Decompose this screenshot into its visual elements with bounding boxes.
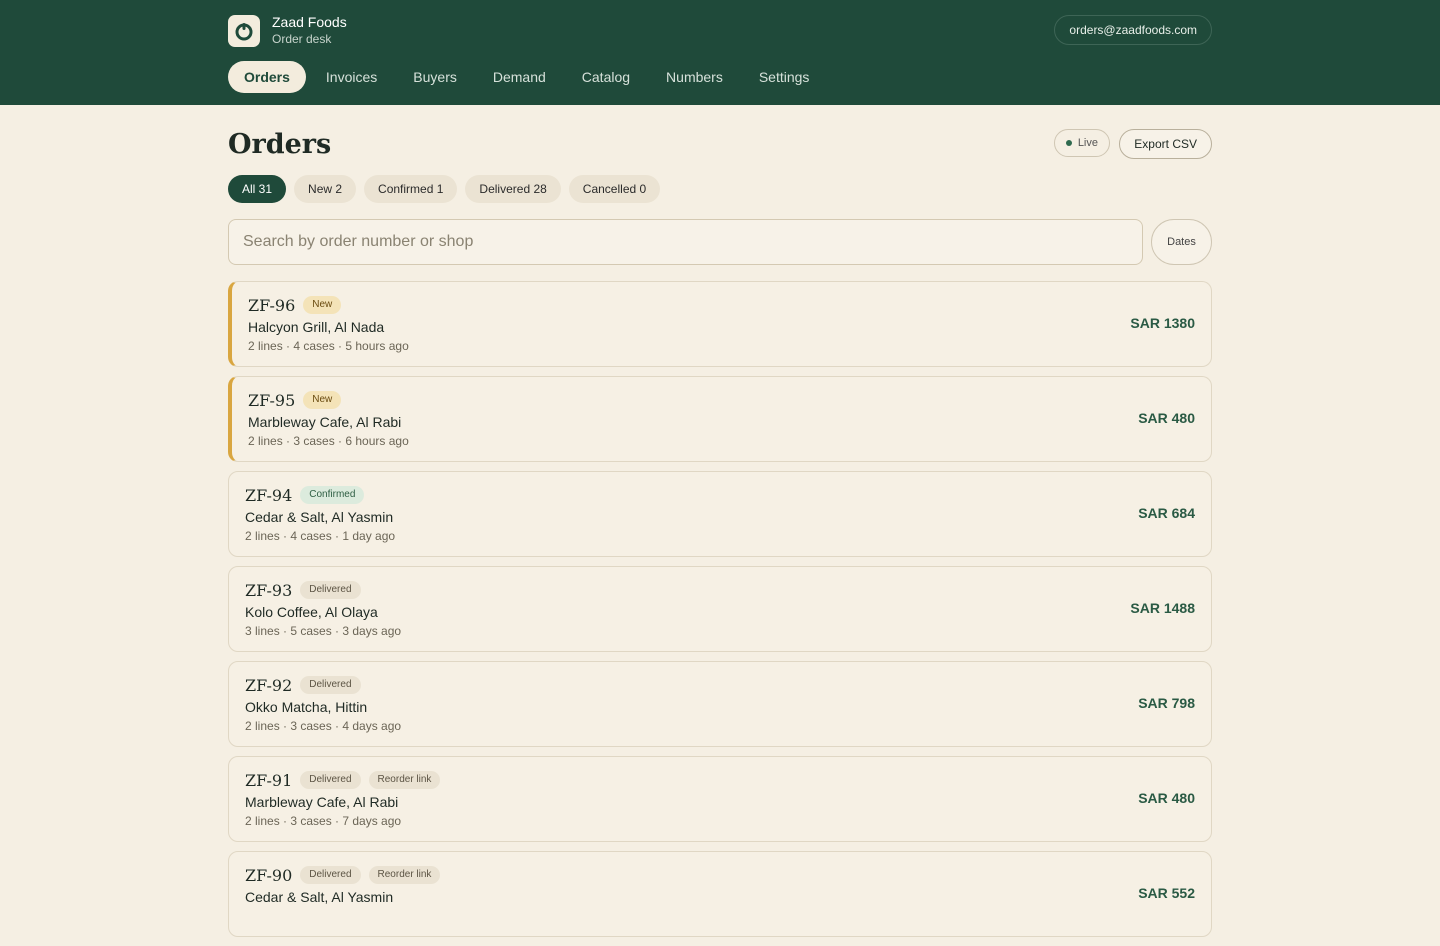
status-badge: New <box>303 391 342 409</box>
order-meta: 2 lines · 3 cases · 7 days ago <box>245 814 402 828</box>
order-amount: SAR 1380 <box>1130 315 1195 331</box>
shop-name: Kolo Coffee, Al Olaya <box>245 604 378 620</box>
live-dot-icon <box>1065 140 1072 146</box>
order-meta: 2 lines · 4 cases · 1 day ago <box>245 529 396 543</box>
status-badge: Delivered <box>300 676 361 694</box>
order-card[interactable]: ZF-95 New Marbleway Cafe, Al Rabi 2 line… <box>228 376 1212 462</box>
order-amount: SAR 552 <box>1138 885 1195 901</box>
status-badge: Confirmed <box>300 486 365 504</box>
order-card[interactable]: ZF-90 Delivered Reorder link Cedar & Sal… <box>228 851 1212 937</box>
order-card[interactable]: ZF-91 Delivered Reorder link Marbleway C… <box>228 756 1212 842</box>
orders-list: ZF-96 New Halcyon Grill, Al Nada 2 lines… <box>228 281 1212 946</box>
order-card[interactable]: ZF-94 Confirmed Cedar & Salt, Al Yasmin … <box>228 471 1212 557</box>
seed-ring-icon <box>228 14 260 47</box>
order-amount: SAR 798 <box>1138 695 1195 711</box>
order-card[interactable]: ZF-92 Delivered Okko Matcha, Hittin 2 li… <box>228 661 1212 747</box>
order-meta: 2 lines · 3 cases · 6 hours ago <box>248 434 409 448</box>
order-amount: SAR 480 <box>1138 410 1195 426</box>
tab-orders[interactable]: Orders <box>228 61 306 93</box>
live-indicator: Live <box>1053 129 1110 157</box>
order-card[interactable]: ZF-93 Delivered Kolo Coffee, Al Olaya 3 … <box>228 566 1212 652</box>
order-number: ZF-95 <box>248 390 296 410</box>
tab-settings[interactable]: Settings <box>743 61 826 93</box>
tab-buyers[interactable]: Buyers <box>397 61 473 93</box>
order-number: ZF-91 <box>245 770 293 790</box>
order-meta: 2 lines · 4 cases · 5 hours ago <box>248 339 409 353</box>
shop-name: Marbleway Cafe, Al Rabi <box>245 794 399 810</box>
dates-button[interactable]: Dates <box>1151 219 1212 265</box>
tab-catalog[interactable]: Catalog <box>566 61 646 93</box>
order-number: ZF-96 <box>248 295 296 315</box>
status-badge: Delivered <box>300 581 361 599</box>
export-csv-button[interactable]: Export CSV <box>1119 129 1212 159</box>
shop-name: Halcyon Grill, Al Nada <box>248 319 385 335</box>
reorder-link-badge[interactable]: Reorder link <box>368 866 441 884</box>
top-bar: Zaad Foods Order desk orders@zaadfoods.c… <box>0 0 1440 105</box>
shop-name: Marbleway Cafe, Al Rabi <box>248 414 402 430</box>
order-amount: SAR 480 <box>1138 790 1195 806</box>
main-nav: Orders Invoices Buyers Demand Catalog Nu… <box>228 61 829 93</box>
order-number: ZF-92 <box>245 675 293 695</box>
filter-new[interactable]: New 2 <box>294 175 357 203</box>
order-number: ZF-93 <box>245 580 293 600</box>
tab-numbers[interactable]: Numbers <box>650 61 739 93</box>
order-amount: SAR 1488 <box>1130 600 1195 616</box>
reorder-link-badge[interactable]: Reorder link <box>368 771 441 789</box>
tab-invoices[interactable]: Invoices <box>310 61 393 93</box>
status-badge: Delivered <box>300 866 361 884</box>
order-amount: SAR 684 <box>1138 505 1195 521</box>
account-email-button[interactable]: orders@zaadfoods.com <box>1054 15 1212 45</box>
status-filters: All 31 New 2 Confirmed 1 Delivered 28 Ca… <box>228 175 668 203</box>
status-badge: New <box>303 296 342 314</box>
status-badge: Delivered <box>300 771 361 789</box>
page-title: Orders <box>228 129 332 160</box>
filter-all[interactable]: All 31 <box>228 175 287 203</box>
order-number: ZF-94 <box>245 485 293 505</box>
live-label: Live <box>1077 137 1098 149</box>
order-card[interactable]: ZF-96 New Halcyon Grill, Al Nada 2 lines… <box>228 281 1212 367</box>
shop-name: Cedar & Salt, Al Yasmin <box>245 509 394 525</box>
brand-name: Zaad Foods <box>272 14 347 30</box>
order-meta: 3 lines · 5 cases · 3 days ago <box>245 624 402 638</box>
filter-confirmed[interactable]: Confirmed 1 <box>364 175 458 203</box>
shop-name: Okko Matcha, Hittin <box>245 699 368 715</box>
tab-demand[interactable]: Demand <box>477 61 562 93</box>
brand-subtitle: Order desk <box>272 32 332 46</box>
search-input[interactable]: Search by order number or shop <box>228 219 1143 265</box>
shop-name: Cedar & Salt, Al Yasmin <box>245 889 394 905</box>
filter-cancelled[interactable]: Cancelled 0 <box>568 175 661 203</box>
brand[interactable]: Zaad Foods Order desk <box>228 14 347 47</box>
filter-delivered[interactable]: Delivered 28 <box>465 175 561 203</box>
order-number: ZF-90 <box>245 865 293 885</box>
order-meta: 2 lines · 3 cases · 4 days ago <box>245 719 402 733</box>
